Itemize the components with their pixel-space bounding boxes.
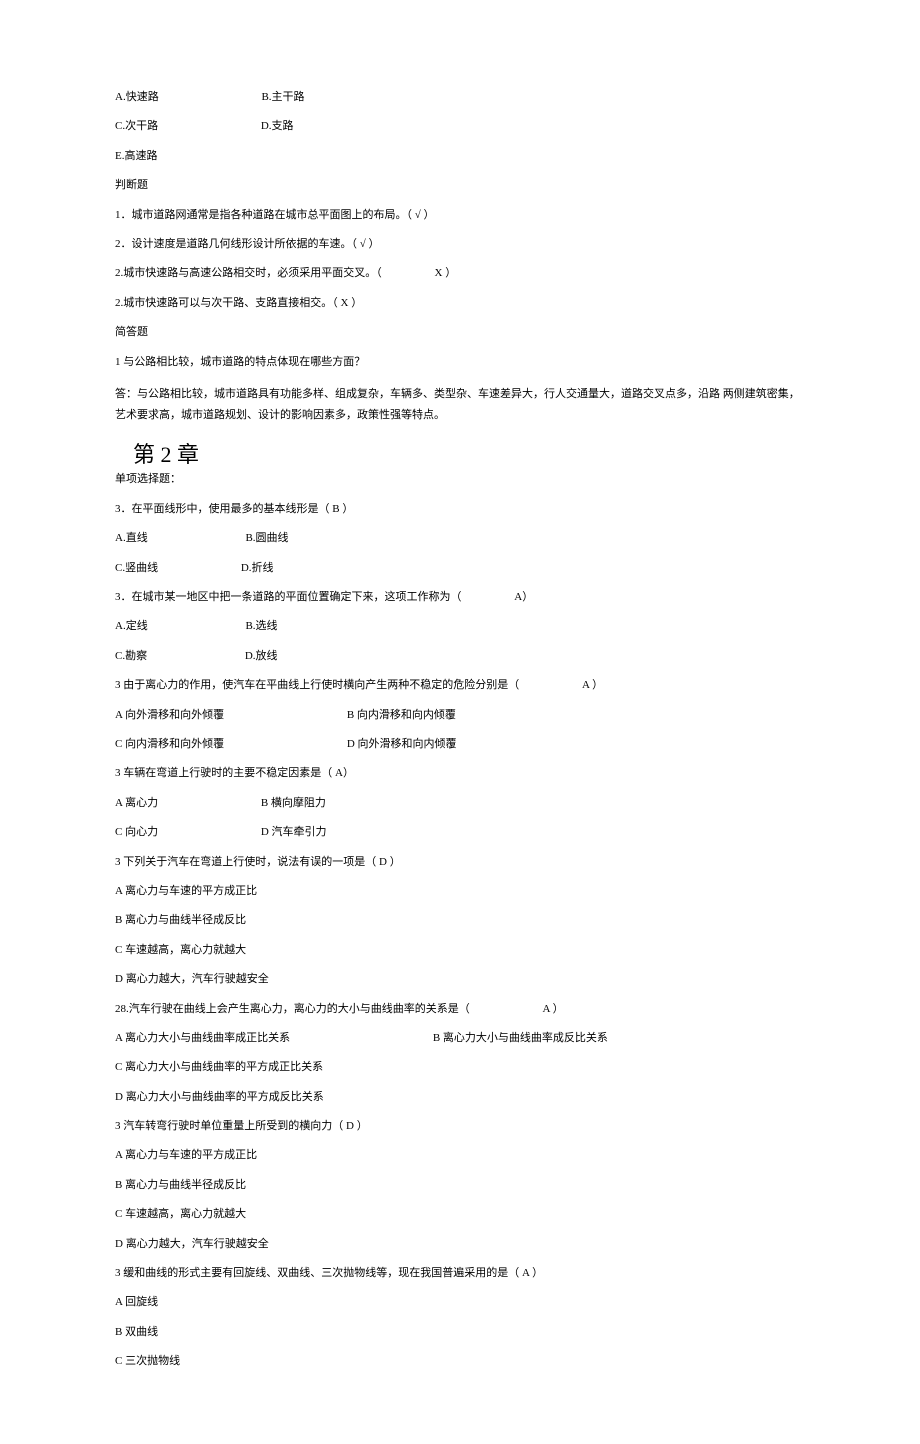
q7-a: A 离心力与车速的平方成正比 bbox=[115, 884, 805, 899]
q7-c: C 车速越高，离心力就越大 bbox=[115, 943, 805, 958]
short-answer-q1: 1 与公路相比较，城市道路的特点体现在哪些方面？ bbox=[115, 355, 805, 370]
judge-item-2: 2．设计速度是道路几何线形设计所依据的车速。（ √ ） bbox=[115, 237, 805, 252]
q6-a: A 离心力 bbox=[115, 796, 158, 811]
q7-text: 3 下列关于汽车在弯道上行使时，说法有误的一项是（ D ） bbox=[115, 855, 805, 870]
q5-b: B 向内滑移和向内倾覆 bbox=[347, 708, 456, 723]
q3-a: A.直线 bbox=[115, 531, 148, 546]
q3-row-ab: A.直线 B.圆曲线 bbox=[115, 531, 805, 546]
short-answer-header: 简答题 bbox=[115, 325, 805, 340]
q5-stem: 3 由于离心力的作用，使汽车在平曲线上行使时横向产生两种不稳定的危险分别是（ bbox=[115, 679, 519, 691]
q10-c: C 三次抛物线 bbox=[115, 1354, 805, 1369]
q9-d: D 离心力越大，汽车行驶越安全 bbox=[115, 1237, 805, 1252]
option-a: A.快速路 bbox=[115, 90, 159, 105]
option-c: C.次干路 bbox=[115, 119, 158, 134]
q4-row-cd: C.勘察 D.放线 bbox=[115, 649, 805, 664]
q6-row-ab: A 离心力 B 横向摩阻力 bbox=[115, 796, 805, 811]
judge-item-3-text: 2.城市快速路与高速公路相交时，必须采用平面交叉。（ bbox=[115, 267, 382, 279]
chapter-2-title: 第 2 章 bbox=[133, 440, 805, 471]
option-row-ab: A.快速路 B.主干路 bbox=[115, 90, 805, 105]
q6-text: 3 车辆在弯道上行驶时的主要不稳定因素是（ A） bbox=[115, 766, 805, 781]
q3-d: D.折线 bbox=[241, 561, 274, 576]
q8-text: 28.汽车行驶在曲线上会产生离心力，离心力的大小与曲线曲率的关系是（ A ） bbox=[115, 1002, 805, 1017]
q7-b: B 离心力与曲线半径成反比 bbox=[115, 913, 805, 928]
q9-a: A 离心力与车速的平方成正比 bbox=[115, 1148, 805, 1163]
q3-b: B.圆曲线 bbox=[245, 531, 288, 546]
q4-text: 3．在城市某一地区中把一条道路的平面位置确定下来，这项工作称为（ A） bbox=[115, 590, 805, 605]
q4-ans: A） bbox=[514, 591, 533, 603]
q8-b: B 离心力大小与曲线曲率成反比关系 bbox=[433, 1031, 608, 1046]
q5-a: A 向外滑移和向外倾覆 bbox=[115, 708, 224, 723]
q6-row-cd: C 向心力 D 汽车牵引力 bbox=[115, 825, 805, 840]
q9-text: 3 汽车转弯行驶时单位重量上所受到的横向力（ D ） bbox=[115, 1119, 805, 1134]
q8-c: C 离心力大小与曲线曲率的平方成正比关系 bbox=[115, 1060, 805, 1075]
short-answer-a1: 答：与公路相比较，城市道路具有功能多样、组成复杂，车辆多、类型杂、车速差异大，行… bbox=[115, 384, 805, 426]
q4-stem: 3．在城市某一地区中把一条道路的平面位置确定下来，这项工作称为（ bbox=[115, 591, 462, 603]
q3-text: 3．在平面线形中，使用最多的基本线形是（ B ） bbox=[115, 502, 805, 517]
judge-header: 判断题 bbox=[115, 178, 805, 193]
q4-d: D.放线 bbox=[245, 649, 278, 664]
q6-d: D 汽车牵引力 bbox=[261, 825, 327, 840]
option-row-cd: C.次干路 D.支路 bbox=[115, 119, 805, 134]
q8-stem: 28.汽车行驶在曲线上会产生离心力，离心力的大小与曲线曲率的关系是（ bbox=[115, 1003, 470, 1015]
q5-ans: A ） bbox=[582, 679, 603, 691]
q4-row-ab: A.定线 B.选线 bbox=[115, 619, 805, 634]
q10-text: 3 缓和曲线的形式主要有回旋线、双曲线、三次抛物线等，现在我国普遍采用的是（ A… bbox=[115, 1266, 805, 1281]
q3-c: C.竖曲线 bbox=[115, 561, 158, 576]
q9-c: C 车速越高，离心力就越大 bbox=[115, 1207, 805, 1222]
q6-c: C 向心力 bbox=[115, 825, 158, 840]
q6-b: B 横向摩阻力 bbox=[261, 796, 326, 811]
q4-c: C.勘察 bbox=[115, 649, 147, 664]
q8-a: A 离心力大小与曲线曲率成正比关系 bbox=[115, 1031, 290, 1046]
q5-text: 3 由于离心力的作用，使汽车在平曲线上行使时横向产生两种不稳定的危险分别是（ A… bbox=[115, 678, 805, 693]
q10-b: B 双曲线 bbox=[115, 1325, 805, 1340]
q9-b: B 离心力与曲线半径成反比 bbox=[115, 1178, 805, 1193]
judge-item-4: 2.城市快速路可以与次干路、支路直接相交。（ X ） bbox=[115, 296, 805, 311]
document-page: A.快速路 B.主干路 C.次干路 D.支路 E.高速路 判断题 1．城市道路网… bbox=[0, 0, 920, 1444]
q7-d: D 离心力越大，汽车行驶越安全 bbox=[115, 972, 805, 987]
mc-header: 单项选择题： bbox=[115, 472, 805, 487]
q8-row-ab: A 离心力大小与曲线曲率成正比关系 B 离心力大小与曲线曲率成反比关系 bbox=[115, 1031, 805, 1046]
q4-a: A.定线 bbox=[115, 619, 148, 634]
q10-a: A 回旋线 bbox=[115, 1295, 805, 1310]
judge-item-1: 1．城市道路网通常是指各种道路在城市总平面图上的布局。（ √ ） bbox=[115, 208, 805, 223]
option-row-e: E.高速路 bbox=[115, 149, 805, 164]
q4-b: B.选线 bbox=[245, 619, 277, 634]
q8-ans: A ） bbox=[543, 1003, 564, 1015]
q5-d: D 向外滑移和向内倾覆 bbox=[347, 737, 457, 752]
q5-c: C 向内滑移和向外倾覆 bbox=[115, 737, 224, 752]
judge-item-3: 2.城市快速路与高速公路相交时，必须采用平面交叉。（ X ） bbox=[115, 266, 805, 281]
q5-row-cd: C 向内滑移和向外倾覆 D 向外滑移和向内倾覆 bbox=[115, 737, 805, 752]
option-b: B.主干路 bbox=[261, 90, 304, 105]
q5-row-ab: A 向外滑移和向外倾覆 B 向内滑移和向内倾覆 bbox=[115, 708, 805, 723]
option-e: E.高速路 bbox=[115, 149, 157, 164]
q8-d: D 离心力大小与曲线曲率的平方成反比关系 bbox=[115, 1090, 805, 1105]
option-d: D.支路 bbox=[261, 119, 294, 134]
q3-row-cd: C.竖曲线 D.折线 bbox=[115, 561, 805, 576]
judge-item-3-ans: X ） bbox=[435, 267, 457, 279]
